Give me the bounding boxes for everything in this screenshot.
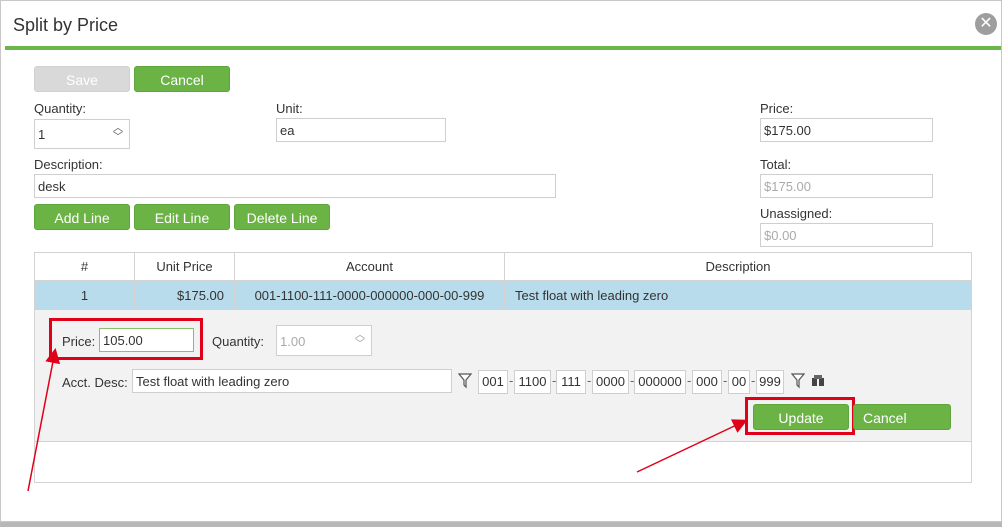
unit-field[interactable]: ea [276, 118, 446, 142]
title-divider [5, 46, 1001, 50]
filter-icon[interactable] [791, 373, 805, 389]
editor-quantity-label: Quantity: [212, 334, 265, 349]
price-highlight-box [49, 318, 203, 360]
cell-description: Test float with leading zero [515, 288, 669, 303]
account-segment[interactable]: 0000 [592, 370, 629, 394]
table-row[interactable]: 1 $175.00 001-1100-111-0000-000000-000-0… [35, 281, 971, 310]
account-segment[interactable]: 000000 [634, 370, 686, 394]
description-label: Description: [34, 157, 103, 172]
quantity-stepper[interactable]: 1 ︿ ﹀ [34, 119, 130, 149]
delete-line-button[interactable]: Delete Line [234, 204, 330, 230]
column-header-number[interactable]: # [35, 253, 135, 281]
cell-number: 1 [35, 281, 135, 310]
segment-separator: - [751, 373, 756, 388]
segment-separator: - [687, 373, 692, 388]
cancel-button[interactable]: Cancel [134, 66, 230, 92]
add-line-button[interactable]: Add Line [34, 204, 130, 230]
account-segment[interactable]: 000 [692, 370, 722, 394]
cell-account: 001-1100-111-0000-000000-000-00-999 [235, 281, 505, 310]
editor-cancel-button[interactable]: Cancel [853, 404, 951, 430]
column-header-unit-price[interactable]: Unit Price [135, 253, 235, 281]
spinner-icon[interactable]: ︿ ﹀ [113, 124, 123, 143]
column-header-account[interactable]: Account [235, 253, 505, 281]
dialog-title: Split by Price [13, 15, 119, 35]
acct-desc-label: Acct. Desc: [62, 375, 128, 390]
account-segment[interactable]: 111 [556, 370, 586, 394]
price-label: Price: [760, 101, 794, 116]
quantity-label: Quantity: [34, 101, 87, 116]
unit-label: Unit: [276, 101, 303, 116]
account-segment[interactable]: 1100 [514, 370, 551, 394]
update-highlight-box [745, 397, 855, 435]
total-field: $175.00 [760, 174, 933, 198]
unassigned-field: $0.00 [760, 223, 933, 247]
segment-separator: - [509, 373, 514, 388]
dialog-titlebar: Split by Price ✕ [1, 1, 1001, 47]
split-by-price-dialog: Split by Price ✕ Save Cancel Quantity: 1… [0, 0, 1002, 522]
total-label: Total: [760, 157, 792, 172]
description-field[interactable]: desk [34, 174, 556, 198]
filter-icon[interactable] [458, 373, 472, 389]
editor-quantity-value: 1.00 [280, 334, 306, 349]
account-segment[interactable]: 999 [756, 370, 784, 394]
unassigned-label: Unassigned: [760, 206, 833, 221]
split-lines-grid: # Unit Price Account Description 1 $175.… [34, 252, 972, 483]
editor-quantity-stepper: 1.00 ︿ ﹀ [276, 325, 372, 356]
save-button[interactable]: Save [34, 66, 130, 92]
price-field[interactable]: $175.00 [760, 118, 933, 142]
close-icon[interactable]: ✕ [975, 13, 997, 35]
acct-desc-field[interactable]: Test float with leading zero [132, 369, 452, 393]
account-segment[interactable]: 00 [728, 370, 750, 394]
cell-unit-price: $175.00 [135, 281, 235, 310]
segment-separator: - [723, 373, 728, 388]
account-segment[interactable]: 001 [478, 370, 508, 394]
segment-separator: - [587, 373, 592, 388]
quantity-value: 1 [38, 127, 46, 142]
spinner-icon: ︿ ﹀ [355, 330, 365, 350]
lookup-icon[interactable] [811, 374, 825, 388]
column-header-description[interactable]: Description [505, 253, 971, 281]
edit-line-button[interactable]: Edit Line [134, 204, 230, 230]
